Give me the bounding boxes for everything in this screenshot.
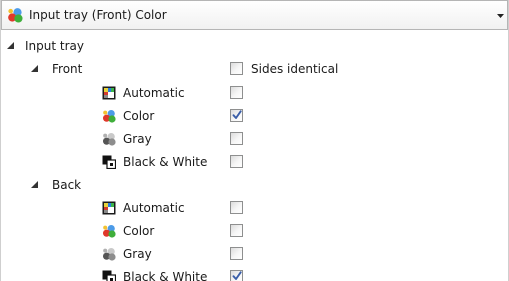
- back-automatic-checkbox[interactable]: [230, 201, 243, 214]
- tree-node-input-tray[interactable]: Input tray: [1, 37, 301, 55]
- sides-identical-checkbox[interactable]: [230, 62, 243, 75]
- color-photo-icon: [102, 109, 116, 123]
- gray-photo-icon: [102, 247, 116, 261]
- sides-identical-label: Sides identical: [251, 62, 339, 76]
- expanded-arrow-icon[interactable]: [7, 42, 14, 49]
- input-tray-combo[interactable]: Input tray (Front) Color: [1, 0, 508, 30]
- front-automatic-checkbox[interactable]: [230, 86, 243, 99]
- back-option-color[interactable]: Color: [1, 222, 261, 240]
- color-photo-icon: [102, 224, 116, 238]
- front-option-black-white[interactable]: Black & White: [1, 153, 261, 171]
- front-color-checkbox[interactable]: [230, 109, 243, 122]
- front-option-color[interactable]: Color: [1, 107, 261, 125]
- front-gray-checkbox[interactable]: [230, 132, 243, 145]
- option-label: Automatic: [123, 86, 185, 100]
- back-option-automatic[interactable]: Automatic: [1, 199, 261, 217]
- option-label: Gray: [123, 132, 152, 146]
- dropdown-arrow-icon[interactable]: [497, 14, 504, 19]
- expanded-arrow-icon[interactable]: [31, 65, 38, 72]
- option-label: Black & White: [123, 270, 208, 281]
- automatic-mode-icon: [102, 86, 116, 100]
- back-black-white-checkbox[interactable]: [230, 270, 243, 281]
- front-black-white-checkbox[interactable]: [230, 155, 243, 168]
- back-color-checkbox[interactable]: [230, 224, 243, 237]
- front-option-automatic[interactable]: Automatic: [1, 84, 261, 102]
- back-option-gray[interactable]: Gray: [1, 245, 261, 263]
- expanded-arrow-icon[interactable]: [31, 181, 38, 188]
- black-white-icon: [102, 155, 116, 169]
- tree-node-label: Back: [52, 178, 82, 192]
- option-label: Black & White: [123, 155, 208, 169]
- option-label: Color: [123, 224, 155, 238]
- black-white-icon: [102, 270, 116, 281]
- tree-node-front[interactable]: Front Sides identical: [1, 60, 401, 78]
- automatic-mode-icon: [102, 201, 116, 215]
- color-photo-icon: [7, 7, 23, 23]
- tree-node-back[interactable]: Back: [1, 176, 301, 194]
- option-label: Gray: [123, 247, 152, 261]
- gray-photo-icon: [102, 132, 116, 146]
- tree-node-label: Front: [52, 62, 83, 76]
- option-label: Automatic: [123, 201, 185, 215]
- front-option-gray[interactable]: Gray: [1, 130, 261, 148]
- option-label: Color: [123, 109, 155, 123]
- input-tray-settings-panel: Input tray (Front) Color Input tray Fron…: [0, 0, 509, 281]
- tree-node-label: Input tray: [25, 39, 84, 53]
- back-gray-checkbox[interactable]: [230, 247, 243, 260]
- combo-selected-value: Input tray (Front) Color: [29, 8, 167, 22]
- back-option-black-white[interactable]: Black & White: [1, 268, 261, 281]
